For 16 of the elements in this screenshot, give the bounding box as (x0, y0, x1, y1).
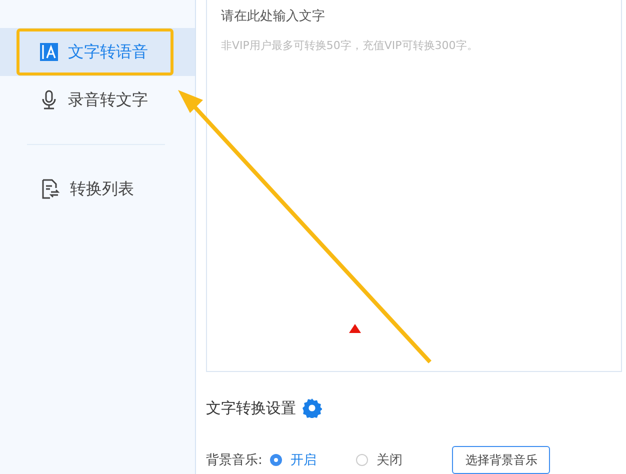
choose-music-button[interactable]: 选择背景音乐 (452, 446, 550, 474)
radio-option[interactable]: 开启 (270, 451, 356, 469)
settings-icon[interactable] (302, 398, 322, 418)
radio-option[interactable]: 关闭 (356, 451, 442, 469)
radio-icon[interactable] (270, 454, 282, 466)
hint-text: 非VIP用户最多可转换50字，充值VIP可转换300字。 (221, 38, 479, 53)
background-music-label: 背景音乐: (206, 452, 262, 469)
document-list-icon (40, 179, 60, 199)
text-input[interactable]: 请在此处输入文字 (221, 6, 607, 26)
microphone-icon (40, 90, 58, 110)
sidebar-item[interactable]: 转换列表 (0, 165, 195, 213)
radio-icon[interactable] (356, 454, 368, 466)
text-icon (40, 43, 58, 61)
settings-title: 文字转换设置 (206, 398, 296, 418)
cursor-marker (349, 324, 361, 333)
sidebar-item[interactable]: 录音转文字 (0, 76, 195, 124)
